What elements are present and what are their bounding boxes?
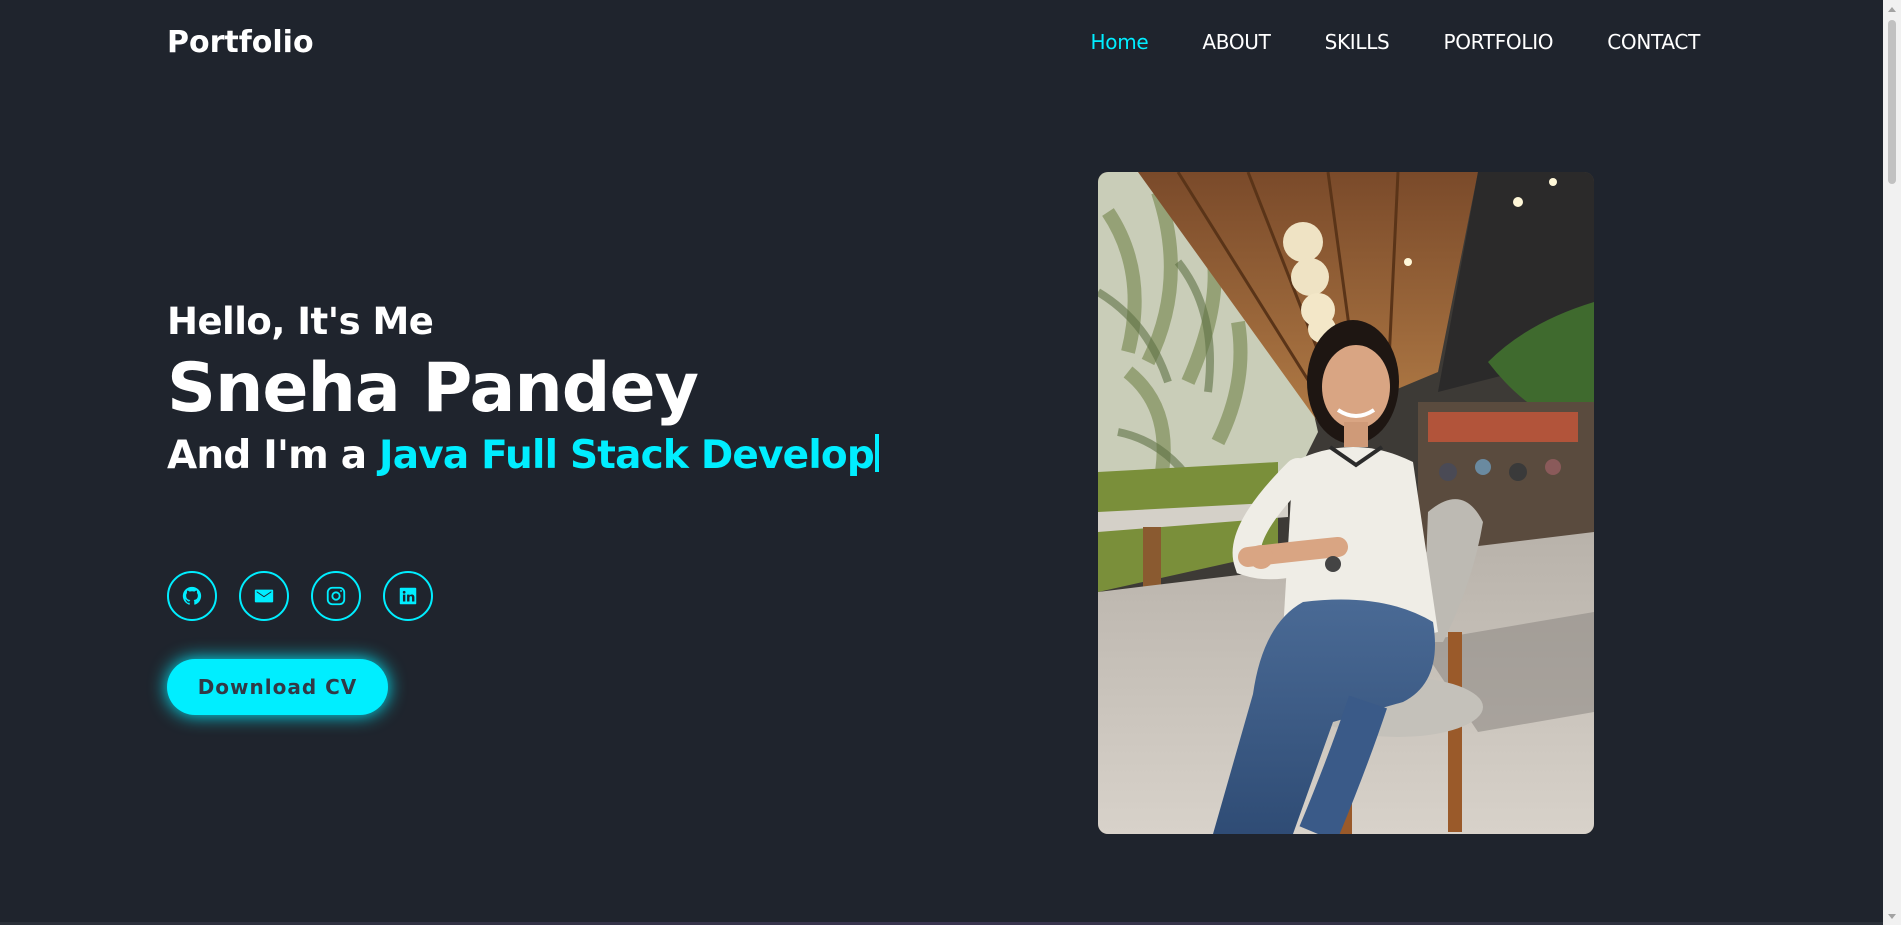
linkedin-icon [397,585,419,607]
download-cv-button[interactable]: Download CV [167,659,388,715]
page-scrollbar[interactable] [1883,0,1901,925]
nav-link-skills[interactable]: SKILLS [1325,30,1390,54]
profile-photo [1098,172,1594,834]
linkedin-link[interactable] [383,571,433,621]
nav-link-contact[interactable]: CONTACT [1607,30,1700,54]
github-icon [181,585,203,607]
main-nav: Home ABOUT SKILLS PORTFOLIO CONTACT [1037,30,1701,54]
email-link[interactable] [239,571,289,621]
scroll-down-arrow[interactable] [1883,907,1901,925]
scroll-up-arrow[interactable] [1883,0,1901,18]
mail-icon [253,585,275,607]
page: Portfolio Home ABOUT SKILLS PORTFOLIO CO… [0,0,1901,925]
scrollbar-thumb[interactable] [1888,20,1896,184]
hero-role-typed: Java Full Stack Develop [379,432,875,478]
site-header: Portfolio Home ABOUT SKILLS PORTFOLIO CO… [0,0,1883,84]
instagram-icon [325,585,347,607]
nav-link-home[interactable]: Home [1091,30,1149,54]
nav-link-portfolio[interactable]: PORTFOLIO [1443,30,1553,54]
social-links [167,571,433,621]
hero-text: Hello, It's Me Sneha Pandey And I'm a Ja… [167,300,927,479]
github-link[interactable] [167,571,217,621]
hero-greeting: Hello, It's Me [167,300,434,343]
hero-role-prefix: And I'm a [167,432,380,478]
nav-link-about[interactable]: ABOUT [1202,30,1270,54]
instagram-link[interactable] [311,571,361,621]
hero-name: Sneha Pandey [167,349,699,429]
logo[interactable]: Portfolio [167,25,314,60]
hero-role: And I'm a Java Full Stack Develop [167,433,927,480]
typing-cursor [875,433,879,472]
